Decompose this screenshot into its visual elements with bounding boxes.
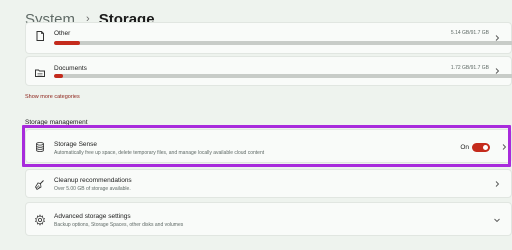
usage-bar [54, 41, 512, 45]
cleanup-title: Cleanup recommendations [54, 177, 132, 184]
broom-icon [35, 180, 44, 191]
storage-item-name: Documents [54, 65, 87, 72]
highlight-frame [22, 125, 511, 167]
document-icon [36, 31, 44, 41]
folder-icon [35, 69, 45, 77]
storage-item-documents[interactable]: Documents 1.72 GB/91.7 GB [25, 56, 512, 86]
chevron-right-icon [495, 68, 500, 74]
advanced-settings-title: Advanced storage settings [54, 213, 131, 220]
usage-bar [54, 74, 512, 78]
chevron-right-icon [495, 181, 500, 187]
storage-item-other[interactable]: Other 5.14 GB/91.7 GB [25, 22, 512, 54]
usage-bar-fill [54, 74, 63, 78]
chevron-right-icon [495, 35, 500, 41]
advanced-storage-settings-row[interactable]: Advanced storage settings Backup options… [25, 202, 512, 236]
show-more-categories-link[interactable]: Show more categories [25, 94, 80, 100]
storage-item-size: 5.14 GB/91.7 GB [450, 30, 489, 36]
storage-item-name: Other [54, 30, 71, 37]
storage-item-size: 1.72 GB/91.7 GB [450, 65, 489, 71]
advanced-settings-description: Backup options, Storage Spaces, other di… [54, 222, 184, 228]
cleanup-recommendations-row[interactable]: Cleanup recommendations Over 5.00 GB of … [25, 169, 512, 198]
cleanup-description: Over 5.00 GB of storage available. [54, 186, 131, 192]
gear-icon [34, 214, 46, 226]
usage-bar-fill [54, 41, 80, 45]
chevron-down-icon[interactable] [493, 216, 501, 224]
